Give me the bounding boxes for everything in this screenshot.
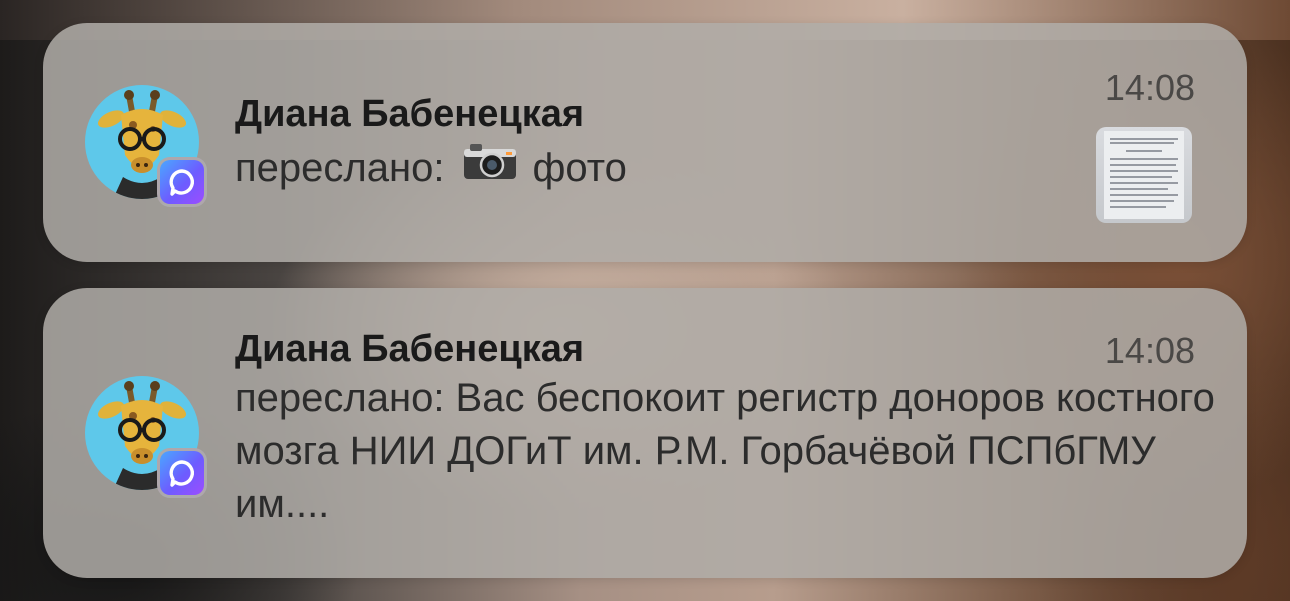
- notification-card-2[interactable]: Диана Бабенецкая переслано: Вас беспокои…: [43, 288, 1247, 578]
- photo-thumbnail[interactable]: [1096, 127, 1192, 223]
- sender-avatar: [85, 376, 207, 498]
- sender-name: Диана Бабенецкая: [235, 93, 585, 135]
- notification-card-1[interactable]: Диана Бабенецкая переслано: фото 14:08: [43, 23, 1247, 262]
- notification-message: переслано: фото: [235, 141, 627, 195]
- notification-time: 14:08: [1104, 67, 1195, 108]
- notification-time: 14:08: [1104, 330, 1195, 371]
- messenger-app-icon: [157, 448, 207, 498]
- sender-name: Диана Бабенецкая: [235, 328, 585, 370]
- sender-avatar: [85, 85, 207, 207]
- messenger-app-icon: [157, 157, 207, 207]
- message-prefix: переслано:: [235, 145, 445, 190]
- camera-icon: [462, 141, 518, 195]
- notification-message: переслано: Вас беспокоит регистр доноров…: [235, 376, 1215, 526]
- message-suffix: фото: [532, 145, 627, 190]
